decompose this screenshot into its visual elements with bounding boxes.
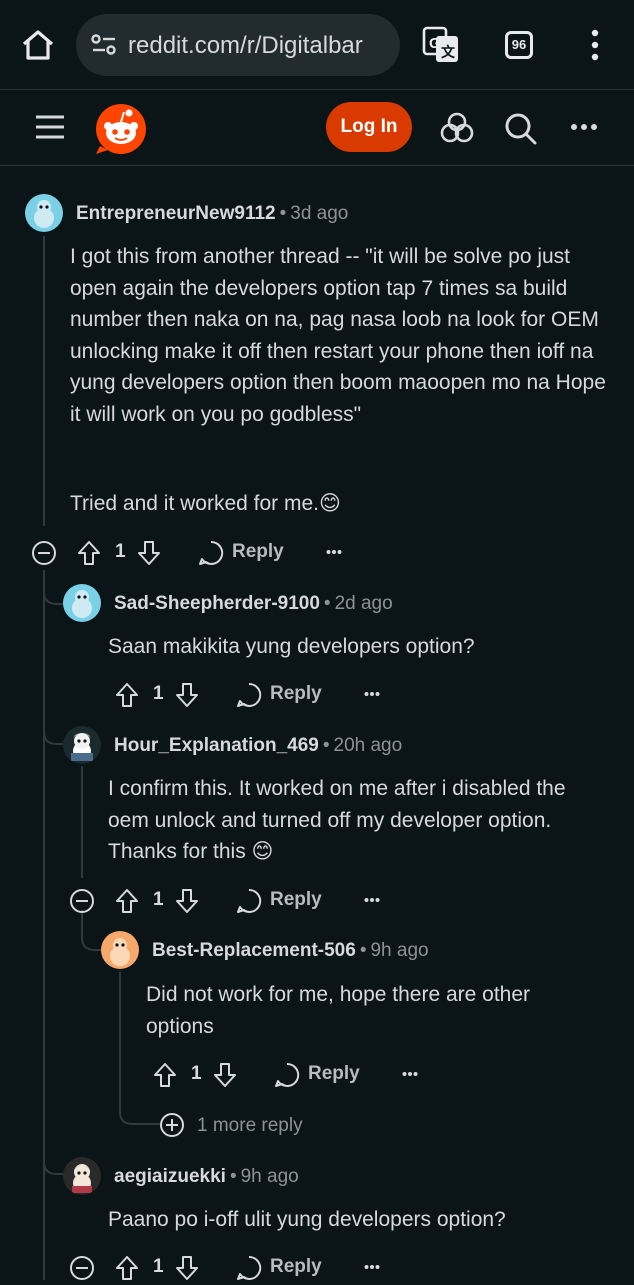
upvote-icon[interactable] [77, 540, 101, 566]
more-options-icon[interactable] [570, 123, 598, 131]
more-actions-icon[interactable] [364, 1264, 380, 1270]
username[interactable]: Hour_Explanation_469 [114, 735, 319, 756]
address-bar[interactable]: reddit.com/r/Digitalbar [76, 14, 400, 76]
expand-icon[interactable] [159, 1112, 185, 1138]
avatar[interactable] [101, 931, 139, 969]
search-icon[interactable] [504, 112, 538, 146]
login-button[interactable]: Log In [326, 102, 412, 152]
downvote-icon[interactable] [213, 1062, 237, 1088]
vote-count: 1 [115, 541, 126, 562]
downvote-icon[interactable] [175, 888, 199, 914]
reply-icon[interactable] [236, 888, 262, 914]
comment-body: I confirm this. It worked on me after i … [108, 777, 566, 864]
collapse-icon[interactable] [31, 540, 57, 566]
avatar[interactable] [63, 1157, 101, 1195]
site-header: Log In [0, 90, 634, 166]
more-actions-icon[interactable] [364, 691, 380, 697]
browser-toolbar: reddit.com/r/Digitalbar G文 96 [0, 0, 634, 90]
upvote-icon[interactable] [153, 1062, 177, 1088]
username[interactable]: Best-Replacement-506 [152, 940, 356, 961]
vote-count: 1 [191, 1063, 202, 1084]
site-settings-icon[interactable] [90, 33, 118, 57]
vote-count: 1 [153, 683, 164, 704]
comment-body: Paano po i-off ulit yung developers opti… [108, 1208, 506, 1231]
comment-body: Did not work for me, hope there are othe… [146, 983, 531, 1038]
reply-button[interactable]: Reply [270, 1256, 322, 1278]
timestamp: 2d ago [334, 593, 393, 614]
comment-actions: 1 Reply [30, 534, 370, 570]
timestamp: 3d ago [290, 203, 349, 224]
reply-button[interactable]: Reply [232, 541, 284, 563]
hamburger-menu-icon[interactable] [34, 114, 66, 140]
downvote-icon[interactable] [175, 1255, 199, 1281]
avatar[interactable] [63, 584, 101, 622]
more-actions-icon[interactable] [402, 1071, 418, 1077]
separator-dot: • [323, 593, 331, 614]
comment-actions: 1 Reply [106, 1056, 446, 1092]
svg-text:G: G [429, 35, 441, 52]
comment-actions: 1 Reply [68, 676, 408, 712]
avatar[interactable] [25, 194, 63, 232]
timestamp: 20h ago [333, 735, 403, 756]
timestamp: 9h ago [240, 1166, 299, 1187]
separator-dot: • [279, 203, 287, 224]
reply-icon[interactable] [236, 1255, 262, 1281]
more-actions-icon[interactable] [326, 549, 342, 555]
translate-icon[interactable]: G文 [422, 26, 460, 64]
downvote-icon[interactable] [137, 540, 161, 566]
reply-button[interactable]: Reply [270, 889, 322, 911]
comment-actions: 1 Reply [68, 882, 408, 918]
reply-icon[interactable] [236, 682, 262, 708]
reply-button[interactable]: Reply [270, 683, 322, 705]
avatar[interactable] [63, 726, 101, 764]
username[interactable]: aegiaizuekki [114, 1166, 226, 1187]
vote-count: 1 [153, 1256, 164, 1277]
vote-count: 1 [153, 889, 164, 910]
thread-line[interactable] [81, 766, 83, 878]
upvote-icon[interactable] [115, 682, 139, 708]
collapse-icon[interactable] [69, 1255, 95, 1281]
url-text[interactable]: reddit.com/r/Digitalbar [128, 32, 363, 60]
browser-menu-icon[interactable] [590, 28, 600, 62]
separator-dot: • [229, 1166, 237, 1187]
username[interactable]: EntrepreneurNew9112 [76, 203, 276, 224]
upvote-icon[interactable] [115, 888, 139, 914]
reddit-logo-icon[interactable] [94, 102, 148, 156]
upvote-icon[interactable] [115, 1255, 139, 1281]
comment-body: Tried and it worked for me.😊 [70, 492, 341, 515]
chat-icon[interactable] [440, 112, 474, 144]
more-actions-icon[interactable] [364, 897, 380, 903]
reply-button[interactable]: Reply [308, 1063, 360, 1085]
timestamp: 9h ago [370, 940, 429, 961]
downvote-icon[interactable] [175, 682, 199, 708]
svg-text:文: 文 [441, 44, 456, 61]
collapse-icon[interactable] [69, 888, 95, 914]
separator-dot: • [322, 735, 330, 756]
comment-body: I got this from another thread -- "it wi… [70, 245, 606, 426]
comment-body: Saan makikita yung developers option? [108, 635, 475, 658]
username[interactable]: Sad-Sheepherder-9100 [114, 593, 320, 614]
separator-dot: • [359, 940, 367, 961]
reply-icon[interactable] [198, 540, 224, 566]
thread-line[interactable] [43, 236, 45, 526]
home-icon[interactable] [20, 28, 56, 62]
more-replies-link[interactable]: 1 more reply [197, 1115, 303, 1137]
reply-icon[interactable] [274, 1062, 300, 1088]
tabs-icon[interactable]: 96 [505, 31, 533, 59]
